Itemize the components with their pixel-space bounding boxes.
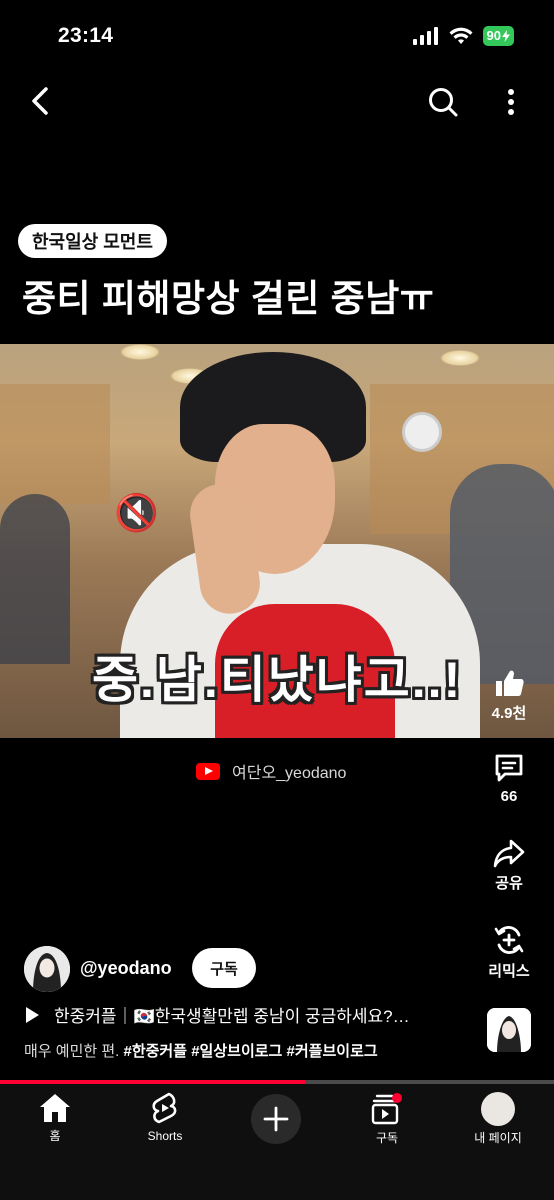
back-icon [32,87,48,115]
video-caption: 중.남.티났냐고..! [92,652,463,708]
nav-home[interactable]: 홈 [15,1092,95,1144]
channel-handle[interactable]: @yeodano [80,958,172,979]
avatar-icon [24,946,70,992]
status-time: 23:14 [58,24,114,47]
plus-icon [263,1106,289,1132]
nav-home-label: 홈 [49,1129,61,1143]
nav-my-page[interactable]: 내 페이지 [458,1092,538,1146]
like-button[interactable]: 4.9천 [479,668,539,723]
youtube-logo-icon [196,762,220,780]
watermark-channel-name: 여단오_yeodano [232,765,347,782]
comment-button[interactable]: 66 [479,752,539,805]
more-vertical-icon [508,89,514,115]
ceiling-light [440,350,480,366]
wall-clock [402,412,442,452]
video-tag-pill: 한국일상 모먼트 [18,224,167,258]
wall-panel [0,384,110,504]
like-count: 4.9천 [491,705,527,722]
more-options-button[interactable] [498,84,524,120]
subscribe-button[interactable]: 구독 [192,948,256,988]
nav-my-page-label: 내 페이지 [474,1131,522,1145]
wifi-icon [449,27,473,44]
charging-icon [502,30,510,42]
shorts-icon [152,1092,177,1124]
sound-thumbnail[interactable] [487,1008,531,1052]
sound-avatar-icon [487,1008,531,1052]
signal-icon [412,27,438,45]
playlist-title: 한중커플｜🇰🇷한국생활만렙 중남이 궁금하세요?… [54,1007,410,1026]
share-label: 공유 [495,875,523,892]
share-icon [493,839,525,868]
nav-shorts-label: Shorts [147,1129,183,1143]
background-person [0,494,70,664]
thumbs-up-icon [496,670,524,696]
remix-button[interactable]: 리믹스 [479,924,539,981]
battery-indicator: 90 [482,26,514,46]
search-icon [429,88,458,117]
home-icon [40,1094,70,1122]
ceiling-light [120,344,160,360]
status-icons: 90 [412,26,514,46]
playlist-link[interactable]: 한중커플｜🇰🇷한국생활만렙 중남이 궁금하세요?… [24,1002,464,1027]
description-text: 매우 예민한 편. [24,1043,120,1060]
video-description[interactable]: 매우 예민한 편. #한중커플 #일상브이로그 #커플브이로그 [24,1040,378,1061]
nav-shorts[interactable]: Shorts [125,1092,205,1143]
back-button[interactable] [24,84,58,118]
comment-icon [495,754,523,782]
nav-subscriptions[interactable]: 구독 [347,1092,427,1146]
search-button[interactable] [425,84,461,120]
my-avatar [481,1092,515,1126]
remix-label: 리믹스 [488,963,530,980]
subscriptions-icon [371,1093,402,1125]
video-title: 중티 피해망상 걸린 중남ㅠ [22,278,435,319]
share-button[interactable]: 공유 [479,838,539,893]
muted-speaker-icon: 🔇 [114,492,159,533]
hashtag-link[interactable]: #일상브이로그 [191,1043,282,1060]
play-icon [26,1006,39,1023]
create-button[interactable] [251,1094,301,1144]
channel-watermark: 여단오_yeodano [196,759,346,783]
hashtag-link[interactable]: #한중커플 [123,1043,187,1060]
comment-count: 66 [500,788,518,805]
battery-level: 90 [486,28,501,43]
remix-icon [494,926,524,954]
channel-avatar[interactable] [24,946,70,992]
nav-subscriptions-label: 구독 [375,1131,399,1145]
hashtag-link[interactable]: #커플브이로그 [287,1043,378,1060]
